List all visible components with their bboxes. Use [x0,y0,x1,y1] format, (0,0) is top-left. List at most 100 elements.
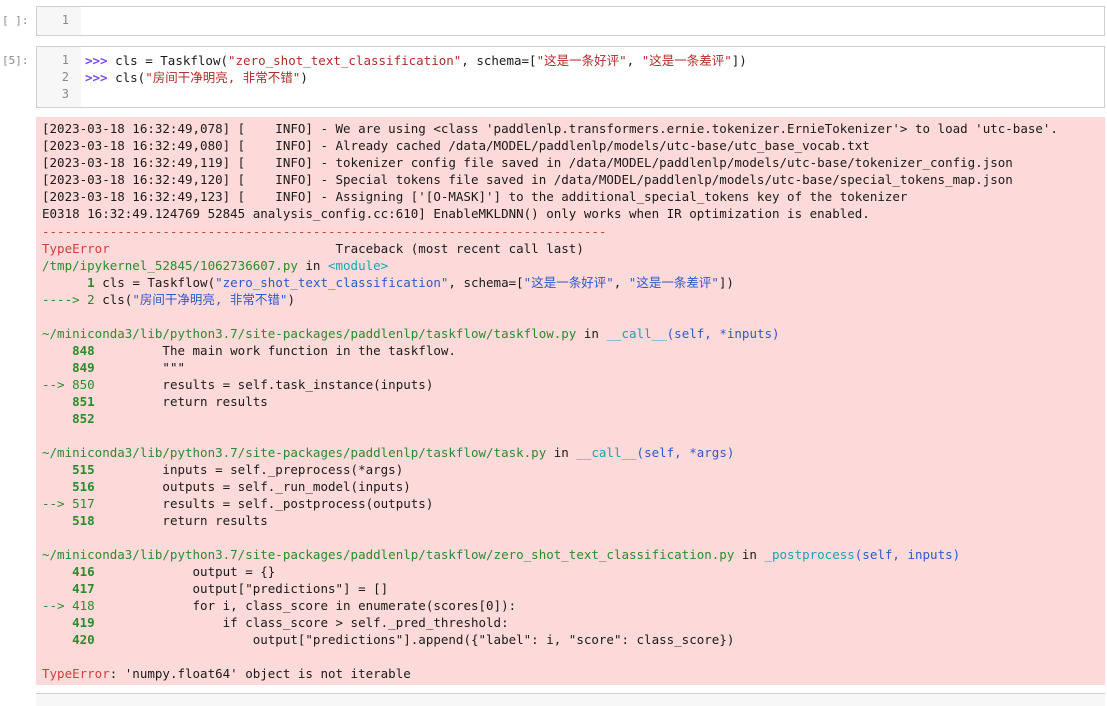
code-text: results = self.task_instance(inputs) [94,377,434,392]
code-text: if class_score > self._pred_threshold: [94,615,509,630]
code-text: """ [94,360,185,375]
frame-code-line: 1 cls = Taskflow("zero_shot_text_classif… [42,274,734,291]
frame-code-line: 515 inputs = self._preprocess(*args) [42,461,403,478]
code-text: outputs = self._run_model(inputs) [94,479,411,494]
string-literal: "zero_shot_text_classification" [215,275,449,290]
log-line: [2023-03-18 16:32:49,080] [ INFO] - Alre… [42,138,870,153]
frame-code-line-current: ----> 2 cls("房间干净明亮, 非常不错") [42,291,295,308]
code-text: cls = Taskflow( [115,53,228,68]
frame-code-line: 848 The main work function in the taskfl… [42,342,456,359]
frame-code-line: 516 outputs = self._run_model(inputs) [42,478,411,495]
frame-header: ~/miniconda3/lib/python3.7/site-packages… [42,325,780,342]
string-literal: "zero_shot_text_classification" [228,53,462,68]
string-literal: "房间干净明亮, 非常不错" [145,70,301,85]
string-literal: "这是一条好评" [523,275,614,290]
frame-code-line: 852 [42,410,95,427]
line-number: 2 [61,70,69,84]
frame-line-number: 516 [42,479,95,494]
frame-args: (self, *inputs) [666,326,780,341]
frame-code-line: 518 return results [42,512,268,529]
frame-file: /tmp/ipykernel_52845/1062736607.py [42,258,298,273]
frame-line-number: 420 [42,632,95,647]
frame-code-line-current: --> 418 for i, class_score in enumerate(… [42,597,516,614]
code-text: output["predictions"].append({"label": i… [94,632,735,647]
line-gutter: 1 [37,7,82,35]
frame-in: in [734,547,765,562]
frame-arrow: ----> 2 [42,292,95,307]
line-number: 1 [61,53,69,67]
frame-line-number: 518 [42,513,95,528]
frame-file: ~/miniconda3/lib/python3.7/site-packages… [42,326,577,341]
code-text: , [613,275,629,290]
frame-code-line: 851 return results [42,393,268,410]
frame-code-line: 417 output["predictions"] = [] [42,580,388,597]
code-text: cls( [115,70,146,85]
frame-args: (self, *args) [636,445,735,460]
frame-header: /tmp/ipykernel_52845/1062736607.py in <m… [42,257,388,274]
empty-code-cell[interactable]: 1 [36,6,1105,36]
log-line: [2023-03-18 16:32:49,119] [ INFO] - toke… [42,155,1013,170]
frame-line-number: 416 [42,564,95,579]
frame-function: __call__ [576,445,637,460]
error-type: TypeError [42,666,110,681]
frame-function: _postprocess [764,547,855,562]
repl-prompt: >>> [85,53,116,68]
string-literal: "这是一条差评" [641,53,732,68]
traceback-title: Traceback (most recent call last) [335,241,584,256]
log-line: [2023-03-18 16:32:49,120] [ INFO] - Spec… [42,172,1013,187]
frame-in: in [297,258,328,273]
code-text: , schema=[ [448,275,524,290]
cell-prompt-empty: [ ]: [2,14,29,27]
code-text: cls = Taskflow( [94,275,216,290]
code-text: , schema=[ [461,53,537,68]
next-code-cell[interactable] [36,693,1105,706]
code-line-2: >>> cls("房间干净明亮, 非常不错") [85,69,308,86]
code-text: ]) [731,53,747,68]
frame-args: (self, inputs) [854,547,961,562]
frame-line-number: 851 [42,394,95,409]
traceback-separator: ----------------------------------------… [42,224,607,239]
code-line-1: >>> cls = Taskflow("zero_shot_text_class… [85,52,747,69]
frame-arrow: --> 418 [42,598,95,613]
frame-arrow: --> 517 [42,496,95,511]
code-text: ]) [718,275,734,290]
code-text: output["predictions"] = [] [94,581,389,596]
code-cell-5[interactable]: 1 2 3 >>> cls = Taskflow("zero_shot_text… [36,46,1105,108]
string-literal: "这是一条差评" [628,275,719,290]
frame-function: <module> [327,258,389,273]
frame-line-number: 417 [42,581,95,596]
frame-line-number: 849 [42,360,95,375]
string-literal: "房间干净明亮, 非常不错" [132,292,288,307]
code-text: for i, class_score in enumerate(scores[0… [94,598,517,613]
frame-file: ~/miniconda3/lib/python3.7/site-packages… [42,445,547,460]
code-text: ) [300,70,308,85]
traceback-header: TypeError Traceback (most recent call la… [42,240,584,257]
code-editor[interactable] [81,7,1104,35]
cell-output-error: [2023-03-18 16:32:49,078] [ INFO] - We a… [36,117,1105,685]
frame-line-number: 852 [42,411,95,426]
line-number: 3 [61,87,69,101]
code-text: inputs = self._preprocess(*args) [94,462,404,477]
frame-line-number: 1 [42,275,95,290]
code-text: results = self._postprocess(outputs) [94,496,434,511]
frame-code-line-current: --> 517 results = self._postprocess(outp… [42,495,433,512]
frame-code-line: 419 if class_score > self._pred_threshol… [42,614,509,631]
frame-line-number: 419 [42,615,95,630]
log-line: [2023-03-18 16:32:49,078] [ INFO] - We a… [42,121,1058,136]
code-text: The main work function in the taskflow. [94,343,456,358]
log-line: [2023-03-18 16:32:49,123] [ INFO] - Assi… [42,189,908,204]
frame-header: ~/miniconda3/lib/python3.7/site-packages… [42,444,734,461]
frame-code-line: 420 output["predictions"].append({"label… [42,631,734,648]
frame-in: in [546,445,577,460]
frame-code-line: 849 """ [42,359,185,376]
code-text: return results [94,513,268,528]
code-text: output = {} [94,564,276,579]
frame-line-number: 515 [42,462,95,477]
line-gutter: 1 2 3 [37,47,82,107]
string-literal: "这是一条好评" [536,53,627,68]
code-text: return results [94,394,268,409]
line-number: 1 [61,13,69,27]
code-text: , [626,53,642,68]
cell-prompt-5: [5]: [2,54,29,67]
